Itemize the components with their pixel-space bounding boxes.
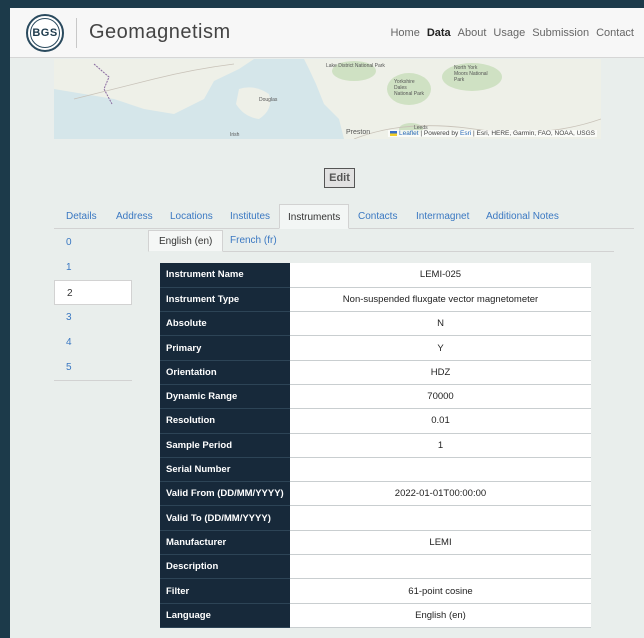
- bgs-logo-text: BGS: [30, 17, 60, 48]
- map-label: North York Moors National Park: [454, 65, 488, 83]
- field-value: Non-suspended fluxgate vector magnetomet…: [290, 287, 591, 313]
- field-label: Filter: [160, 578, 290, 604]
- field-label: Primary: [160, 335, 290, 361]
- field-label: Manufacturer: [160, 530, 290, 556]
- field-value: [290, 457, 591, 483]
- tab-language-french[interactable]: French (fr): [230, 230, 277, 252]
- table-row: Absolute N: [160, 311, 591, 337]
- field-value: 70000: [290, 384, 591, 410]
- nav-home[interactable]: Home: [390, 27, 419, 39]
- field-label: Instrument Name: [160, 263, 290, 288]
- field-label: Absolute: [160, 311, 290, 337]
- table-row: Valid To (DD/MM/YYYY): [160, 505, 591, 531]
- table-row: Resolution 0.01: [160, 408, 591, 434]
- map-tiles: [54, 59, 601, 139]
- instrument-details-table: Instrument Name LEMI-025 Instrument Type No…: [160, 263, 591, 628]
- field-value: [290, 554, 591, 580]
- instrument-index-item[interactable]: 4: [54, 330, 132, 355]
- nav-submission[interactable]: Submission: [532, 27, 589, 39]
- tab-additional-notes[interactable]: Additional Notes: [486, 204, 559, 229]
- field-value: 0.01: [290, 408, 591, 434]
- table-row: Filter 61-point cosine: [160, 578, 591, 604]
- field-value: HDZ: [290, 360, 591, 385]
- instrument-index-item[interactable]: 5: [54, 355, 132, 380]
- field-value: 2022-01-01T00:00:00: [290, 481, 591, 507]
- attribution-sources: | Esri, HERE, Garmin, FAO, NOAA, USGS: [473, 130, 595, 137]
- map-label: Preston: [346, 129, 371, 136]
- table-row: Language English (en): [160, 603, 591, 628]
- instrument-index-item[interactable]: 3: [54, 305, 132, 330]
- browser-viewport: BGS Geomagnetism Home Data About Usage S…: [10, 8, 644, 638]
- location-map[interactable]: Lake District National Park Yorkshire Da…: [54, 59, 601, 139]
- site-header: BGS Geomagnetism Home Data About Usage S…: [10, 8, 644, 58]
- field-label: Resolution: [160, 408, 290, 434]
- field-value: N: [290, 311, 591, 337]
- nav-about[interactable]: About: [458, 27, 487, 39]
- nav-contact[interactable]: Contact: [596, 27, 634, 39]
- field-label: Instrument Type: [160, 287, 290, 313]
- field-value: English (en): [290, 603, 591, 628]
- map-attribution: Leaflet | Powered by Esri | Esri, HERE, …: [388, 130, 597, 137]
- tab-address[interactable]: Address: [116, 204, 153, 229]
- tab-intermagnet[interactable]: Intermagnet: [416, 204, 469, 229]
- tab-details[interactable]: Details: [66, 204, 97, 229]
- field-label: Serial Number: [160, 457, 290, 483]
- map-label: Yorkshire Dales National Park: [394, 79, 425, 97]
- index-list-divider: [54, 380, 132, 381]
- table-row: Description: [160, 554, 591, 580]
- field-label: Valid To (DD/MM/YYYY): [160, 505, 290, 531]
- field-value: [290, 505, 591, 531]
- leaflet-link[interactable]: Leaflet: [399, 130, 419, 137]
- table-row: Serial Number: [160, 457, 591, 483]
- field-label: Sample Period: [160, 433, 290, 458]
- field-label: Dynamic Range: [160, 384, 290, 410]
- table-row: Instrument Type Non-suspended fluxgate ve…: [160, 287, 591, 313]
- field-value: Y: [290, 335, 591, 361]
- table-row: Valid From (DD/MM/YYYY) 2022-01-01T00:00:…: [160, 481, 591, 507]
- tab-institutes[interactable]: Institutes: [230, 204, 270, 229]
- table-row: Instrument Name LEMI-025: [160, 263, 591, 288]
- tab-contacts[interactable]: Contacts: [358, 204, 397, 229]
- ukraine-flag-icon: [390, 130, 398, 136]
- map-label: Lake District National Park: [326, 63, 385, 69]
- field-label: Description: [160, 554, 290, 580]
- table-row: Dynamic Range 70000: [160, 384, 591, 410]
- table-row: Manufacturer LEMI: [160, 530, 591, 556]
- map-label: Douglas: [259, 97, 278, 103]
- powered-by-text: | Powered by: [420, 130, 459, 137]
- nav-data[interactable]: Data: [427, 27, 451, 39]
- instrument-index-item[interactable]: 0: [54, 230, 132, 255]
- nav-usage[interactable]: Usage: [493, 27, 525, 39]
- record-tabs: Details Address Locations Institutes Ins…: [54, 204, 634, 229]
- instrument-index-list: 0 1 2 3 4 5: [54, 230, 132, 381]
- table-row: Sample Period 1: [160, 433, 591, 458]
- main-nav: Home Data About Usage Submission Contact: [390, 27, 634, 39]
- site-title: Geomagnetism: [89, 21, 231, 43]
- header-divider: [76, 17, 77, 48]
- instrument-index-item-active[interactable]: 2: [54, 280, 132, 305]
- table-row: Primary Y: [160, 335, 591, 361]
- field-value: LEMI-025: [290, 263, 591, 288]
- tab-language-english[interactable]: English (en): [148, 230, 224, 252]
- esri-link[interactable]: Esri: [460, 130, 471, 137]
- field-value: 61-point cosine: [290, 578, 591, 604]
- language-tabs: English (en) French (fr): [148, 230, 614, 252]
- tab-instruments[interactable]: Instruments: [279, 204, 350, 229]
- instrument-index-item[interactable]: 1: [54, 255, 132, 280]
- field-label: Valid From (DD/MM/YYYY): [160, 481, 290, 507]
- tab-locations[interactable]: Locations: [170, 204, 213, 229]
- map-label: Irish: [230, 132, 240, 138]
- field-label: Orientation: [160, 360, 290, 385]
- edit-button[interactable]: Edit: [324, 168, 355, 188]
- bgs-logo[interactable]: BGS: [26, 13, 64, 52]
- field-label: Language: [160, 603, 290, 628]
- field-value: LEMI: [290, 530, 591, 556]
- field-value: 1: [290, 433, 591, 458]
- table-row: Orientation HDZ: [160, 360, 591, 385]
